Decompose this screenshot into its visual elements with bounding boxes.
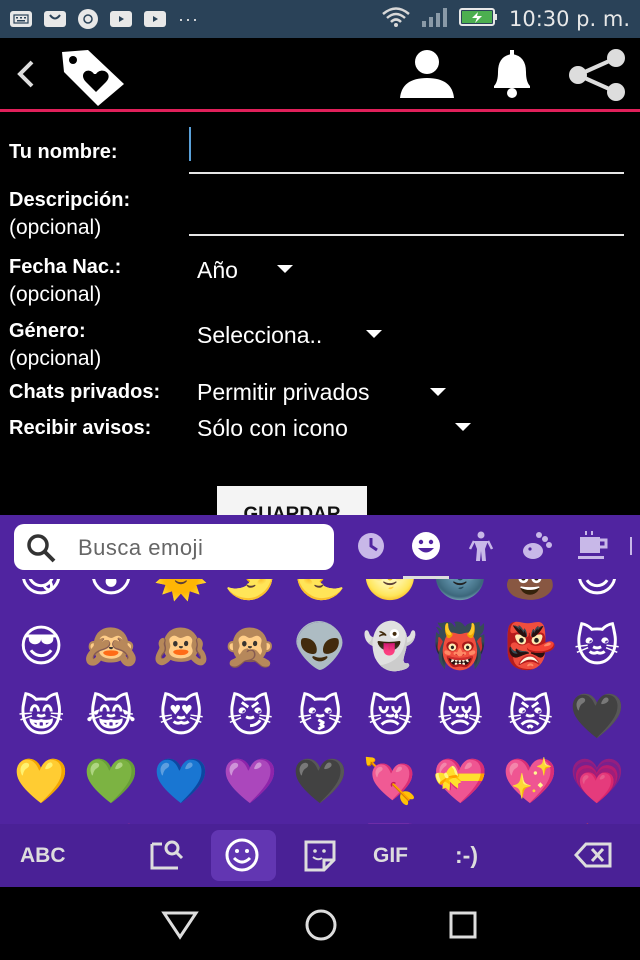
- emoji-key[interactable]: 💙: [153, 754, 209, 810]
- emoji-key[interactable]: 🌞: [153, 579, 209, 605]
- search-sticker-icon[interactable]: [148, 838, 188, 872]
- people-icon[interactable]: [464, 529, 498, 563]
- text-cursor: [189, 127, 191, 161]
- emoji-key[interactable]: 😎: [13, 619, 69, 675]
- battery-charging-icon: [458, 6, 499, 33]
- back-icon[interactable]: [10, 56, 40, 92]
- keyboard-icon: [10, 11, 32, 27]
- emoji-key[interactable]: 😮: [83, 579, 139, 605]
- description-label: Descripción:: [9, 189, 131, 211]
- gender-select[interactable]: Selecciona..: [197, 322, 322, 349]
- emoji-key[interactable]: 😿: [432, 689, 488, 745]
- emoji-key[interactable]: 😾: [502, 689, 558, 745]
- food-icon[interactable]: [576, 529, 610, 563]
- emoji-icon[interactable]: [222, 838, 262, 872]
- emoji-key[interactable]: 🌚: [432, 579, 488, 605]
- private-chats-label: Chats privados:: [9, 381, 161, 403]
- emoji-key[interactable]: 🐱: [569, 619, 625, 675]
- emoji-key[interactable]: 💜: [222, 754, 278, 810]
- backspace-icon[interactable]: [573, 838, 614, 872]
- name-label: Tu nombre:: [9, 141, 118, 163]
- youtube-icon: [144, 11, 166, 27]
- bell-icon[interactable]: [484, 48, 540, 100]
- description-input[interactable]: [189, 234, 624, 236]
- notifications-label: Recibir avisos:: [9, 417, 152, 439]
- keyboard-bottom-bar: ABC GIF :-): [0, 824, 640, 887]
- search-icon: [26, 533, 56, 563]
- profile-icon[interactable]: [396, 48, 458, 100]
- emoji-search-placeholder: Busca emoji: [78, 535, 204, 560]
- emoji-key[interactable]: 🖤: [292, 754, 348, 810]
- notifications-select[interactable]: Sólo con icono: [197, 415, 348, 442]
- emoji-key[interactable]: 🌝: [362, 579, 418, 605]
- emoji-key[interactable]: 🌜: [292, 579, 348, 605]
- messenger-icon: [44, 11, 66, 27]
- chevron-down-icon[interactable]: [430, 388, 446, 396]
- emoji-search-input[interactable]: Busca emoji: [14, 524, 334, 570]
- emoji-key[interactable]: 😋: [13, 579, 69, 605]
- back-triangle-icon[interactable]: [160, 907, 200, 943]
- wifi-icon: [381, 6, 411, 33]
- animals-icon[interactable]: [519, 529, 553, 563]
- gender-optional: (opcional): [9, 347, 102, 370]
- birth-optional: (opcional): [9, 283, 102, 306]
- emoji-key[interactable]: 💘: [362, 754, 418, 810]
- emoticon-button[interactable]: :-): [455, 842, 478, 869]
- emoji-key[interactable]: 🙈: [83, 619, 139, 675]
- share-icon[interactable]: [566, 48, 628, 102]
- chevron-down-icon[interactable]: [277, 265, 293, 273]
- emoji-key[interactable]: 😊: [569, 579, 625, 605]
- status-bar: ··· 10:30 p. m.: [0, 0, 640, 38]
- emoji-key[interactable]: 😹: [83, 689, 139, 745]
- smileys-icon[interactable]: [409, 529, 443, 563]
- emoji-key[interactable]: 😻: [153, 689, 209, 745]
- system-nav-bar: [0, 887, 640, 960]
- more-icon: ···: [178, 8, 199, 29]
- category-divider: [630, 537, 632, 555]
- emoji-key[interactable]: 😸: [13, 689, 69, 745]
- emoji-key[interactable]: 🙉: [153, 619, 209, 675]
- emoji-key[interactable]: 👹: [432, 619, 488, 675]
- recents-square-icon[interactable]: [443, 907, 483, 943]
- description-optional: (opcional): [9, 216, 102, 239]
- emoji-key[interactable]: 🌛: [222, 579, 278, 605]
- sticker-icon[interactable]: [300, 838, 340, 872]
- birth-label: Fecha Nac.:: [9, 256, 122, 278]
- home-circle-icon[interactable]: [301, 907, 341, 943]
- emoji-key[interactable]: 💖: [502, 754, 558, 810]
- name-input[interactable]: [189, 172, 624, 174]
- whatsapp-icon: [78, 9, 98, 29]
- emoji-key[interactable]: 💗: [569, 754, 625, 810]
- emoji-key[interactable]: 😿: [362, 689, 418, 745]
- emoji-grid: 😋😮🌞🌛🌜🌝🌚💩😊😎🙈🙉🙊👽👻👹👺🐱😸😹😻😼😽😿😿😾🖤💛💚💙💜🖤💘💝💖💗💓💕💞💌…: [0, 579, 640, 824]
- emoji-key[interactable]: 💩: [502, 579, 558, 605]
- chevron-down-icon[interactable]: [455, 423, 471, 431]
- emoji-key[interactable]: 😽: [292, 689, 348, 745]
- signal-icon: [421, 6, 449, 33]
- emoji-keyboard: Busca emoji 😋😮🌞🌛🌜🌝🌚💩😊😎🙈🙉🙊👽👻👹👺🐱😸😹😻😼😽😿😿😾🖤💛…: [0, 515, 640, 887]
- emoji-key[interactable]: 👺: [502, 619, 558, 675]
- emoji-key[interactable]: 👻: [362, 619, 418, 675]
- birth-year-select[interactable]: Año: [197, 257, 238, 284]
- emoji-key[interactable]: 💚: [83, 754, 139, 810]
- app-bar-accent-line: [0, 109, 640, 112]
- emoji-key[interactable]: 🙊: [222, 619, 278, 675]
- emoji-key[interactable]: 👽: [292, 619, 348, 675]
- gif-button[interactable]: GIF: [373, 844, 408, 868]
- emoji-key[interactable]: 💛: [13, 754, 69, 810]
- emoji-key[interactable]: 🖤: [569, 689, 625, 745]
- recent-icon[interactable]: [354, 529, 388, 563]
- clock: 10:30 p. m.: [508, 7, 630, 31]
- app-bar: [0, 38, 640, 110]
- tag-heart-logo-icon: [58, 46, 128, 106]
- youtube-icon: [110, 11, 132, 27]
- gender-label: Género:: [9, 320, 86, 342]
- abc-button[interactable]: ABC: [20, 844, 66, 868]
- emoji-key[interactable]: 💝: [432, 754, 488, 810]
- private-chats-select[interactable]: Permitir privados: [197, 379, 370, 406]
- emoji-key[interactable]: 😼: [222, 689, 278, 745]
- chevron-down-icon[interactable]: [366, 330, 382, 338]
